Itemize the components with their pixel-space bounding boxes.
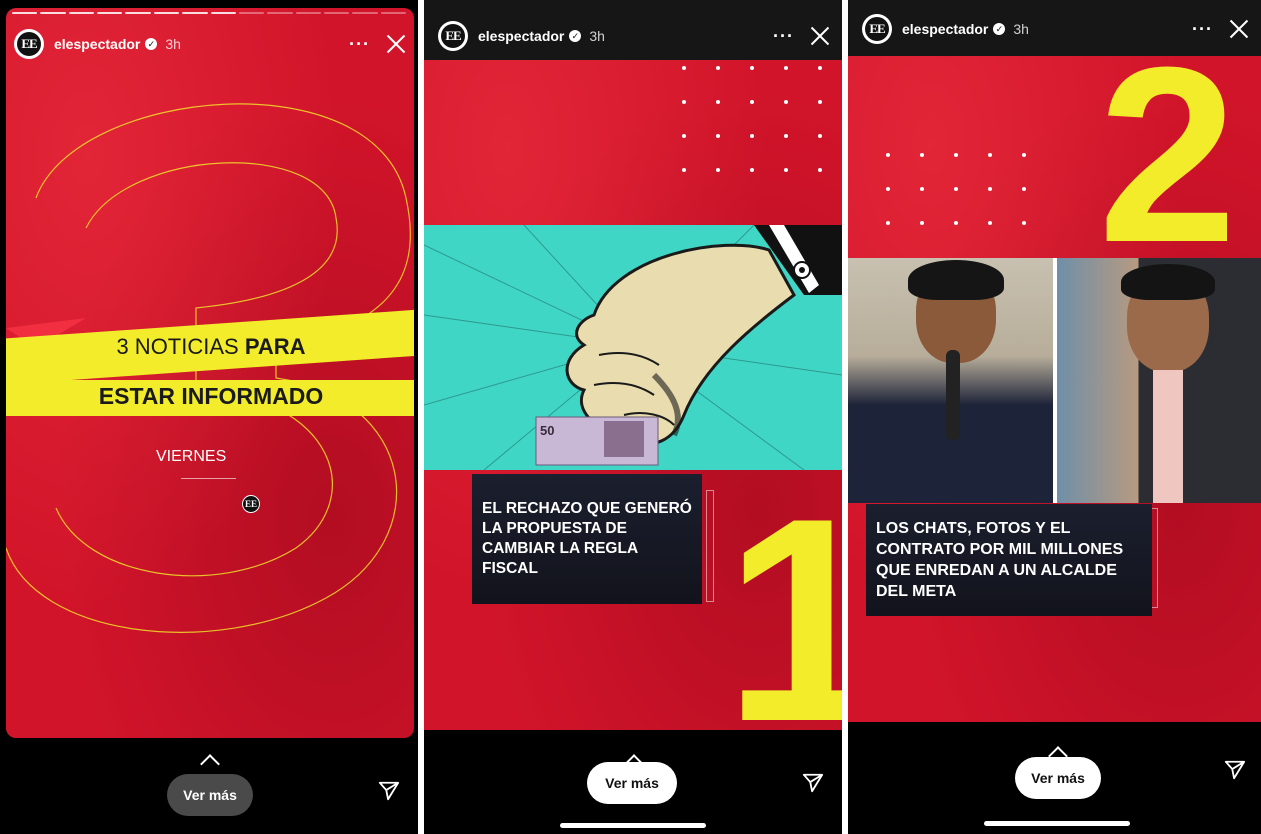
send-icon[interactable] [802,772,824,794]
story-viewer-2: 50 1 EL RECHAZO QUE GENERÓ LA PROPUESTA … [424,0,842,834]
photo-man-microphone [848,258,1057,503]
send-icon[interactable] [378,780,400,802]
publisher-logo: EE [242,495,260,513]
verified-icon: ✓ [145,38,158,50]
verified-icon: ✓ [993,23,1006,35]
avatar[interactable]: EE [438,21,468,51]
hand-illustration: 50 [424,225,842,470]
photo-collage [848,258,1261,503]
story-slide-news-2[interactable]: 2 LOS CHATS, FOTOS Y EL CONTRATO POR MIL… [848,0,1261,722]
dot-pattern [886,153,1026,225]
story-header: EE elespectador ✓ 3h ··· [438,20,832,52]
post-time: 3h [165,36,181,52]
avatar[interactable]: EE [14,29,44,59]
story-viewer-3: 2 LOS CHATS, FOTOS Y EL CONTRATO POR MIL… [848,0,1261,834]
more-icon[interactable]: ··· [1192,19,1213,40]
story-header: EE elespectador ✓ 3h ··· [14,28,408,60]
story-slide-news-1[interactable]: 50 1 EL RECHAZO QUE GENERÓ LA PROPUESTA … [424,0,842,730]
home-indicator [560,823,706,828]
chevron-up-icon[interactable] [1048,746,1066,756]
more-icon[interactable]: ··· [773,26,794,47]
ver-mas-button[interactable]: Ver más [1015,757,1101,799]
chevron-up-icon[interactable] [200,754,218,764]
story-title-line-1: 3 NOTICIAS PARA [116,334,306,359]
ver-mas-button[interactable]: Ver más [587,762,677,804]
verified-icon: ✓ [569,30,582,42]
avatar[interactable]: EE [862,14,892,44]
number-one: 1 [724,458,842,730]
arrow-line [181,478,236,479]
post-time: 3h [589,28,605,44]
close-icon[interactable] [1227,17,1251,41]
news-headline: LOS CHATS, FOTOS Y EL CONTRATO POR MIL M… [866,504,1152,616]
home-indicator [984,821,1130,826]
svg-text:50: 50 [540,423,554,438]
photo-man-suit [1056,258,1261,503]
news-headline: EL RECHAZO QUE GENERÓ LA PROPUESTA DE CA… [472,474,702,604]
number-two: 2 [1098,15,1238,294]
story-title-line-2: ESTAR INFORMADO [98,383,324,409]
post-time: 3h [1013,21,1029,37]
username[interactable]: elespectador [54,36,140,52]
username[interactable]: elespectador [478,28,564,44]
dot-pattern [682,66,822,172]
close-icon[interactable] [808,24,832,48]
illustration-hand-money: 50 [424,225,842,470]
send-icon[interactable] [1224,759,1246,781]
username[interactable]: elespectador [902,21,988,37]
close-icon[interactable] [384,32,408,56]
story-progress-bar [12,12,407,14]
story-header: EE elespectador ✓ 3h ··· [862,13,1251,45]
ver-mas-button[interactable]: Ver más [167,774,253,816]
decorative-outline [706,490,714,602]
story-viewer-1: 3 NOTICIAS PARA ESTAR INFORMADO VIERNES … [0,0,418,834]
day-label: VIERNES [156,448,227,465]
story-slide-cover[interactable]: 3 NOTICIAS PARA ESTAR INFORMADO VIERNES … [6,8,414,738]
more-icon[interactable]: ··· [349,34,370,55]
